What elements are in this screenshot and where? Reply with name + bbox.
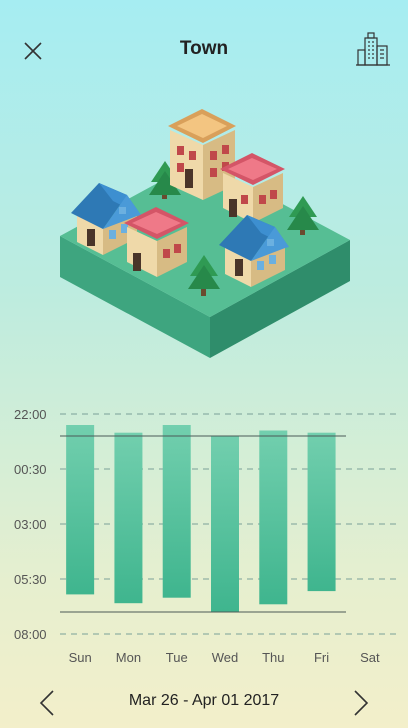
sleep-bar[interactable] (114, 432, 143, 604)
y-tick-label: 22:00 (14, 407, 47, 422)
y-tick-label: 00:30 (14, 462, 47, 477)
sleep-bar[interactable] (307, 432, 336, 592)
sleep-bar[interactable] (259, 430, 288, 605)
tree-icon (287, 196, 319, 235)
x-tick-label: Thu (262, 650, 284, 665)
footer: Mar 26 - Apr 01 2017 (0, 678, 408, 728)
x-tick-label: Wed (212, 650, 239, 665)
buildings-icon (356, 32, 390, 66)
x-tick-label: Mon (116, 650, 141, 665)
chevron-right-icon (354, 690, 369, 716)
city-view-button[interactable] (356, 30, 390, 68)
x-tick-label: Tue (166, 650, 188, 665)
sleep-bar[interactable] (66, 425, 95, 595)
town-illustration (55, 95, 355, 370)
next-week-button[interactable] (350, 688, 372, 718)
page-title: Town (179, 38, 229, 59)
x-tick-label: Sat (360, 650, 380, 665)
date-range-label: Mar 26 - Apr 01 2017 (128, 692, 280, 709)
sleep-chart: 22:00 00:30 03:00 05:30 08:00 Sun Mon Tue Wed Thu… (0, 400, 408, 670)
x-tick-label: Fri (314, 650, 329, 665)
sleep-bar[interactable] (162, 425, 191, 598)
y-tick-label: 08:00 (14, 627, 47, 642)
header: Town (0, 0, 408, 100)
x-tick-label: Sun (69, 650, 92, 665)
sleep-bar[interactable] (211, 436, 239, 612)
y-tick-label: 05:30 (14, 572, 47, 587)
y-tick-label: 03:00 (14, 517, 47, 532)
